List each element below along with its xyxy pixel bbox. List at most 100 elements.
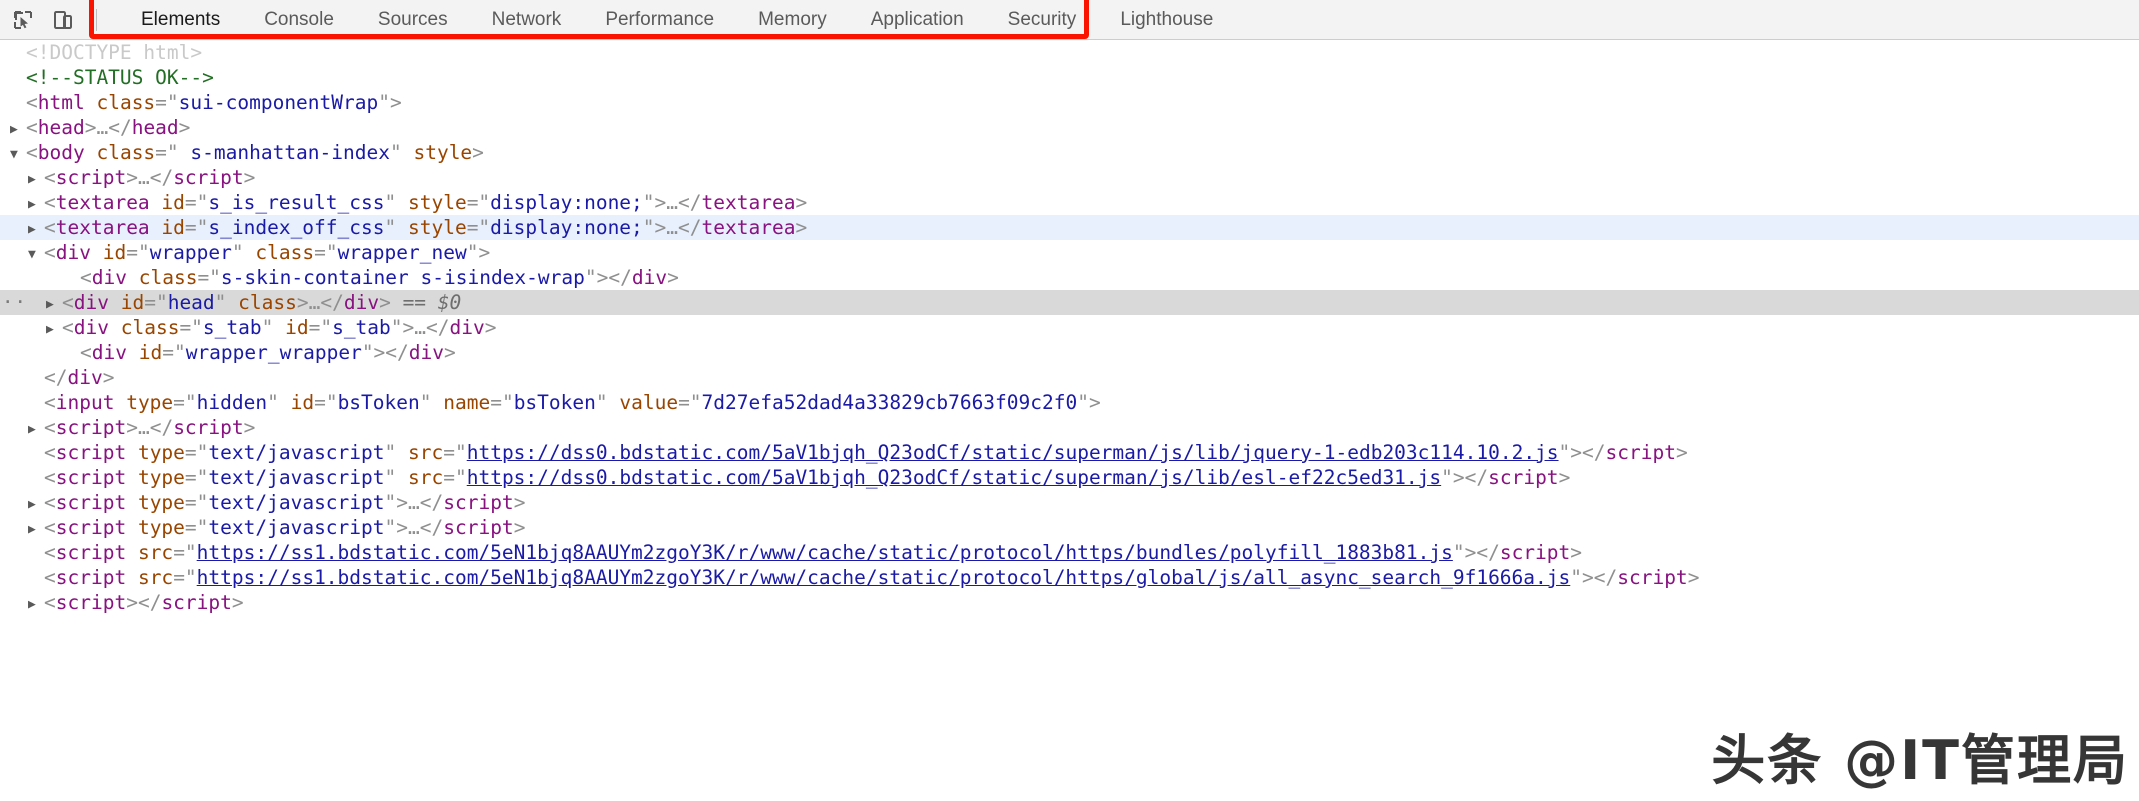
tag-name: script	[55, 491, 127, 514]
dom-row-script-4[interactable]: <script type="text/javascript">…</script…	[0, 515, 2139, 540]
tab-console[interactable]: Console	[242, 0, 356, 39]
attr-value-type: hidden	[196, 391, 268, 414]
tag-name: html	[37, 91, 85, 114]
panel-tab-bar: Elements Console Sources Network Perform…	[119, 0, 1235, 39]
tab-sources[interactable]: Sources	[356, 0, 470, 39]
toolbar-icon-group	[0, 0, 97, 39]
dom-row-script-allasync[interactable]: <script src="https://ss1.bdstatic.com/5e…	[0, 565, 2139, 590]
tag-name-close: script	[443, 491, 514, 514]
attr-name-src: src	[137, 541, 174, 564]
attr-name-src: src	[408, 441, 444, 464]
tab-lighthouse[interactable]: Lighthouse	[1098, 0, 1235, 39]
attr-value-id: s_tab	[332, 316, 391, 339]
devtools-toolbar: Elements Console Sources Network Perform…	[0, 0, 2139, 40]
expand-triangle-icon[interactable]	[28, 192, 44, 217]
expand-triangle-icon[interactable]	[10, 117, 26, 142]
tag-name-close: div	[631, 266, 668, 289]
expand-triangle-icon[interactable]	[28, 592, 44, 617]
dom-row-body-open[interactable]: <body class=" s-manhattan-index" style>	[0, 140, 2139, 165]
attr-name-id: id	[285, 316, 309, 339]
attr-value-type: text/javascript	[208, 441, 385, 464]
tag-name: script	[55, 566, 127, 589]
tag-name: script	[55, 466, 127, 489]
dom-row-script-jquery[interactable]: <script type="text/javascript" src="http…	[0, 440, 2139, 465]
dom-row-div-wrapper[interactable]: <div id="wrapper" class="wrapper_new">	[0, 240, 2139, 265]
tag-name: div	[55, 241, 91, 264]
collapsed-ellipsis: …	[408, 491, 420, 514]
script-src-link[interactable]: https://dss0.bdstatic.com/5aV1bjqh_Q23od…	[467, 441, 1559, 464]
dom-row-div-wrapper-wrapper[interactable]: <div id="wrapper_wrapper"></div>	[0, 340, 2139, 365]
expand-triangle-icon[interactable]	[46, 292, 62, 317]
dom-row-script-polyfill[interactable]: <script src="https://ss1.bdstatic.com/5e…	[0, 540, 2139, 565]
expand-triangle-icon[interactable]	[28, 417, 44, 442]
collapse-triangle-icon[interactable]	[28, 242, 44, 267]
tab-elements[interactable]: Elements	[119, 0, 242, 39]
collapsed-ellipsis: …	[308, 291, 321, 314]
attr-name-src: src	[408, 466, 444, 489]
expand-triangle-icon[interactable]	[28, 517, 44, 542]
dom-row-script-3[interactable]: <script type="text/javascript">…</script…	[0, 490, 2139, 515]
tab-application[interactable]: Application	[849, 0, 986, 39]
tag-name-close: div	[449, 316, 485, 339]
dom-row-div-wrapper-close[interactable]: </div>	[0, 365, 2139, 390]
attr-name: id	[102, 241, 127, 264]
tag-name: script	[55, 166, 127, 189]
expand-triangle-icon[interactable]	[28, 167, 44, 192]
elements-dom-tree[interactable]: <!DOCTYPE html> <!--STATUS OK--> <html c…	[0, 40, 2139, 801]
tab-network[interactable]: Network	[470, 0, 584, 39]
tag-name-close: head	[131, 116, 179, 139]
dom-row-div-stab[interactable]: <div class="s_tab" id="s_tab">…</div>	[0, 315, 2139, 340]
dom-row-script-2[interactable]: <script>…</script>	[0, 415, 2139, 440]
dom-row-html-open[interactable]: <html class="sui-componentWrap">	[0, 90, 2139, 115]
attr-name-id: id	[290, 391, 315, 414]
tag-name-close: script	[443, 516, 514, 539]
collapsed-ellipsis: …	[408, 516, 420, 539]
attr-value: s_is_result_css	[208, 191, 385, 214]
tab-performance[interactable]: Performance	[583, 0, 736, 39]
device-toolbar-icon[interactable]	[48, 5, 78, 35]
collapse-triangle-icon[interactable]	[10, 142, 26, 167]
script-src-link[interactable]: https://ss1.bdstatic.com/5eN1bjq8AAUYm2z…	[197, 566, 1571, 589]
collapsed-ellipsis: …	[414, 316, 427, 339]
dom-row-input-bstoken[interactable]: <input type="hidden" id="bsToken" name="…	[0, 390, 2139, 415]
dom-row-doctype[interactable]: <!DOCTYPE html>	[0, 40, 2139, 65]
attr-name: id	[161, 216, 185, 239]
dom-row-script-1[interactable]: <script>…</script>	[0, 165, 2139, 190]
expand-triangle-icon[interactable]	[46, 317, 62, 342]
expand-triangle-icon[interactable]	[28, 492, 44, 517]
tag-name-close: textarea	[701, 191, 796, 214]
tab-memory[interactable]: Memory	[736, 0, 849, 39]
dom-row-div-head-selected[interactable]: ··<div id="head" class>…</div> == $0	[0, 290, 2139, 315]
tag-name-close: script	[161, 591, 232, 614]
attr-name-value: value	[619, 391, 679, 414]
dom-row-script-esl[interactable]: <script type="text/javascript" src="http…	[0, 465, 2139, 490]
attr-value-name: bsToken	[513, 391, 596, 414]
dom-row-textarea-1[interactable]: <textarea id="s_is_result_css" style="di…	[0, 190, 2139, 215]
inspect-element-icon[interactable]	[8, 5, 38, 35]
attr-value: head	[167, 291, 215, 314]
attr-name-class: class	[238, 291, 297, 314]
collapsed-ellipsis: …	[137, 416, 150, 439]
tag-name-close: script	[1499, 541, 1571, 564]
tag-name-close: script	[173, 416, 244, 439]
dom-row-head[interactable]: <head>…</head>	[0, 115, 2139, 140]
dom-row-div-skin[interactable]: <div class="s-skin-container s-isindex-w…	[0, 265, 2139, 290]
comment-status-text: <!--STATUS OK-->	[26, 66, 214, 89]
script-src-link[interactable]: https://dss0.bdstatic.com/5aV1bjqh_Q23od…	[467, 466, 1441, 489]
tag-name: head	[37, 116, 85, 139]
dom-row-script-5[interactable]: <script></script>	[0, 590, 2139, 615]
expand-triangle-icon[interactable]	[28, 217, 44, 242]
tag-name: script	[55, 441, 127, 464]
attr-name-type: type	[126, 391, 174, 414]
collapsed-ellipsis: …	[96, 116, 109, 139]
script-src-link[interactable]: https://ss1.bdstatic.com/5eN1bjq8AAUYm2z…	[197, 541, 1453, 564]
attr-name: class	[120, 316, 180, 339]
dom-row-textarea-2[interactable]: <textarea id="s_index_off_css" style="di…	[0, 215, 2139, 240]
attr-name-type: type	[137, 441, 185, 464]
tag-name-close: script	[173, 166, 244, 189]
tab-security[interactable]: Security	[986, 0, 1099, 39]
overflow-dots-icon: ··	[2, 291, 27, 313]
doctype-text: <!DOCTYPE html>	[26, 41, 203, 64]
dom-row-comment-status[interactable]: <!--STATUS OK-->	[0, 65, 2139, 90]
attr-name: class	[138, 266, 198, 289]
